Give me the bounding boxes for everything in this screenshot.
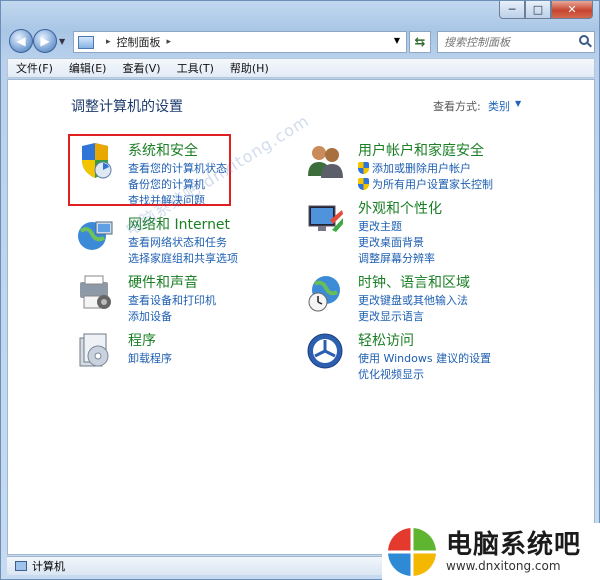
link-recommended-settings[interactable]: 使用 Windows 建议的设置 [358,350,491,366]
window-controls: ─ □ ✕ [499,1,593,19]
category-title[interactable]: 轻松访问 [358,330,414,350]
printer-icon [80,275,111,309]
category-title[interactable]: 时钟、语言和区域 [358,272,470,292]
uac-shield-icon [358,178,369,190]
link-network-status[interactable]: 查看网络状态和任务 [128,234,227,250]
uac-shield-icon [358,162,369,174]
link-optimize-video[interactable]: 优化视频显示 [358,366,424,382]
control-panel-icon [78,35,94,49]
search-icon[interactable] [579,35,589,45]
brand-url: www.dnxitong.com [446,559,561,573]
link-parental-controls[interactable]: 为所有用户设置家长控制 [358,176,493,192]
category-title[interactable]: 硬件和声音 [128,272,198,292]
computer-icon [15,561,27,571]
search-box[interactable] [437,31,595,53]
chevron-down-icon[interactable]: ▼ [515,99,521,108]
breadcrumb-control-panel[interactable]: 控制面板 [117,34,161,50]
view-by-dropdown[interactable]: 类别 [488,98,510,114]
link-devices-printers[interactable]: 查看设备和打印机 [128,292,216,308]
navigation-bar: ◀ ▶ ▼ ▸ 控制面板 ▸ ▼ ⇆ [7,29,595,55]
breadcrumb-separator: ▸ [166,37,172,47]
menu-view[interactable]: 查看(V) [114,60,168,76]
menu-tools[interactable]: 工具(T) [169,60,222,76]
monitor-palette-icon [308,205,343,232]
category-title[interactable]: 程序 [128,330,156,350]
brand-name: 电脑系统吧 [446,530,582,560]
content-pane: 调整计算机的设置 查看方式: 类别 ▼ 系统和安全 查看您的计算机状态 备份您的… [7,79,595,555]
forward-button[interactable]: ▶ [33,29,57,53]
link-display-language[interactable]: 更改显示语言 [358,308,424,324]
windows-logo-icon [388,528,436,576]
close-button[interactable]: ✕ [551,1,593,19]
link-homegroup[interactable]: 选择家庭组和共享选项 [128,250,238,266]
link-add-remove-users[interactable]: 添加或删除用户帐户 [358,160,471,176]
link-uninstall[interactable]: 卸载程序 [128,350,172,366]
address-bar[interactable]: ▸ 控制面板 ▸ ▼ [73,31,407,53]
link-keyboard-input[interactable]: 更改键盘或其他输入法 [358,292,468,308]
menu-file[interactable]: 文件(F) [8,60,61,76]
brand-text: 电脑系统吧 www.dnxitong.com [446,531,581,573]
brand-logo-block: 电脑系统吧 www.dnxitong.com [382,523,600,580]
menu-bar: 文件(F) 编辑(E) 查看(V) 工具(T) 帮助(H) [7,58,595,78]
menu-help[interactable]: 帮助(H) [222,60,277,76]
back-button[interactable]: ◀ [9,29,33,53]
accessibility-icon [307,333,343,369]
network-globe-icon [78,221,113,250]
refresh-button[interactable]: ⇆ [409,31,431,53]
link-change-theme[interactable]: 更改主题 [358,218,402,234]
window-frame: ─ □ ✕ ◀ ▶ ▼ ▸ 控制面板 ▸ ▼ ⇆ 文件(F) 编辑(E) 查看(… [0,0,600,580]
link-add-device[interactable]: 添加设备 [128,308,172,324]
menu-edit[interactable]: 编辑(E) [61,60,115,76]
breadcrumb-separator: ▸ [106,37,111,47]
address-dropdown-icon[interactable]: ▼ [394,36,400,45]
maximize-button[interactable]: □ [525,1,551,19]
search-input[interactable] [438,32,568,52]
status-text: 计算机 [32,560,65,573]
history-dropdown-icon[interactable]: ▼ [59,37,65,46]
link-resolution[interactable]: 调整屏幕分辨率 [358,250,435,266]
users-icon [308,146,343,178]
globe-clock-icon [308,276,340,312]
link-change-background[interactable]: 更改桌面背景 [358,234,424,250]
view-by-label: 查看方式: [433,100,481,113]
minimize-button[interactable]: ─ [499,1,525,19]
category-title[interactable]: 外观和个性化 [358,198,442,218]
programs-disc-icon [79,333,109,367]
category-title[interactable]: 用户帐户和家庭安全 [358,140,484,160]
page-title: 调整计算机的设置 [71,99,183,115]
